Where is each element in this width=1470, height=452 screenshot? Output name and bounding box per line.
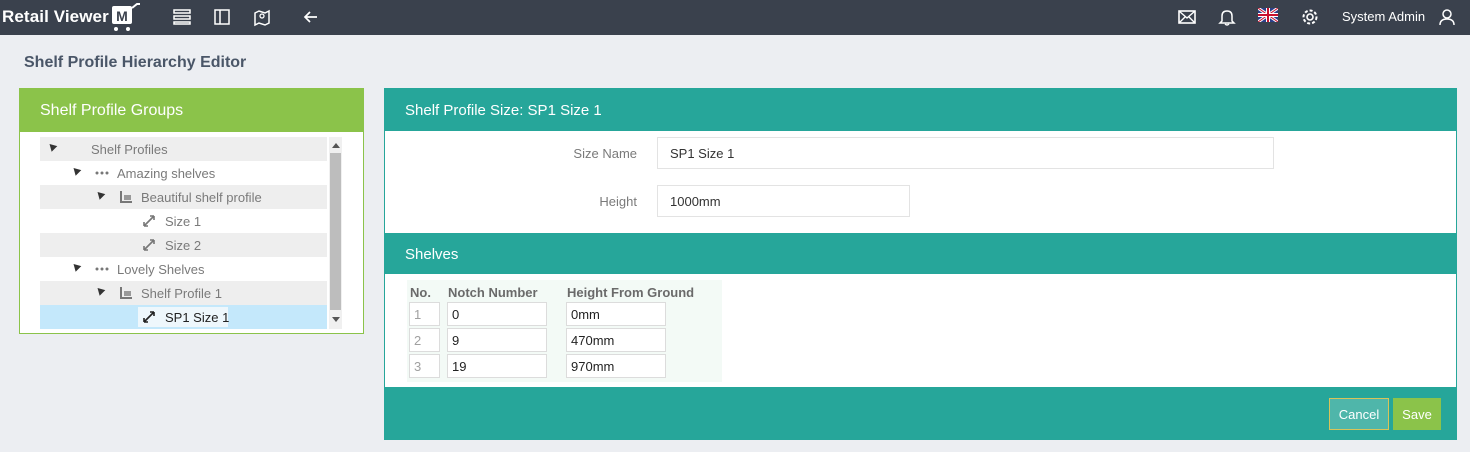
shelf-icon (120, 191, 132, 203)
height-label: Height (599, 194, 637, 209)
shelf-icon (120, 287, 132, 299)
height-from-ground-cell[interactable]: 970mm (566, 354, 666, 378)
size-name-label: Size Name (573, 146, 637, 161)
tree-item-size-1[interactable]: Size 1 (40, 209, 327, 233)
cancel-button[interactable]: Cancel (1329, 398, 1389, 430)
svg-text:M: M (116, 8, 128, 24)
gear-icon[interactable] (1300, 7, 1320, 27)
tree-item-size-2[interactable]: Size 2 (40, 233, 327, 257)
column-header-height-from-ground: Height From Ground (567, 285, 695, 300)
tree-item-label: Lovely Shelves (117, 262, 205, 277)
tree-item-lovely-shelves[interactable]: Lovely Shelves (40, 257, 327, 281)
tree-scrollbar[interactable] (329, 137, 342, 329)
column-header-no: No. (410, 285, 431, 300)
brand-logo[interactable]: Retail Viewer M (2, 3, 144, 31)
tree-item-label: Shelf Profiles (91, 142, 168, 157)
dots-icon (95, 171, 109, 175)
tree-item-shelf-profile-1[interactable]: Shelf Profile 1 (40, 281, 327, 305)
tree-item-sp1-size-1[interactable]: SP1 Size 1 (40, 305, 327, 329)
height-from-ground-cell[interactable]: 0mm (566, 302, 666, 326)
shelves-section-title: Shelves (385, 233, 1456, 274)
tree-item-beautiful-shelf-profile[interactable]: Beautiful shelf profile (40, 185, 327, 209)
collapse-toggle-icon[interactable] (94, 285, 106, 296)
shelf-profile-groups-panel: Shelf Profile Groups Shelf Profiles Amaz… (19, 88, 364, 334)
size-panel-title: Shelf Profile Size: SP1 Size 1 (385, 89, 1456, 131)
notch-number-cell[interactable]: 19 (447, 354, 547, 378)
list-icon[interactable] (172, 7, 192, 27)
tree-item-label: Amazing shelves (117, 166, 216, 181)
map-icon[interactable] (252, 7, 272, 27)
user-icon[interactable] (1437, 7, 1457, 27)
user-name[interactable]: System Admin (1342, 9, 1425, 24)
tree-item-shelf-profiles[interactable]: Shelf Profiles (40, 137, 327, 161)
column-header-notch-number: Notch Number (448, 285, 538, 300)
shelf-profile-size-panel: Shelf Profile Size: SP1 Size 1 Size Name… (384, 88, 1457, 440)
save-button[interactable]: Save (1393, 398, 1441, 430)
scroll-up-icon[interactable] (332, 143, 340, 148)
size-name-input[interactable] (657, 137, 1274, 169)
top-bar: Retail Viewer M System Admin (0, 0, 1470, 35)
row-number-cell: 1 (409, 302, 440, 326)
collapse-toggle-icon[interactable] (70, 261, 82, 272)
shelves-grid: No. Notch Number Height From Ground 1 0 … (407, 280, 722, 382)
cart-logo-icon: M (111, 3, 140, 31)
bell-icon[interactable] (1217, 7, 1237, 27)
resize-icon (143, 239, 155, 251)
notch-number-cell[interactable]: 9 (447, 328, 547, 352)
tree-item-label: SP1 Size 1 (165, 310, 230, 325)
groups-panel-title: Shelf Profile Groups (20, 89, 363, 132)
scroll-down-icon[interactable] (332, 317, 340, 322)
columns-icon[interactable] (212, 7, 232, 27)
brand-name: Retail Viewer (2, 7, 109, 26)
action-footer: Cancel Save (385, 387, 1456, 439)
uk-flag-icon[interactable] (1258, 8, 1278, 28)
tree-item-label: Beautiful shelf profile (141, 190, 262, 205)
collapse-toggle-icon[interactable] (70, 165, 82, 176)
collapse-toggle-icon[interactable] (94, 189, 106, 200)
page-title: Shelf Profile Hierarchy Editor (24, 54, 247, 71)
tree-item-amazing-shelves[interactable]: Amazing shelves (40, 161, 327, 185)
collapse-toggle-icon[interactable] (46, 141, 58, 152)
resize-icon (143, 311, 155, 323)
row-number-cell: 3 (409, 354, 440, 378)
dots-icon (95, 267, 109, 271)
shelf-profile-tree: Shelf Profiles Amazing shelves Beautiful… (40, 137, 342, 329)
tree-item-label: Shelf Profile 1 (141, 286, 222, 301)
back-arrow-icon[interactable] (301, 7, 321, 27)
mail-icon[interactable] (1177, 7, 1197, 27)
resize-icon (143, 215, 155, 227)
tree-item-label: Size 1 (165, 214, 202, 229)
row-number-cell: 2 (409, 328, 440, 352)
height-input[interactable] (657, 185, 910, 217)
notch-number-cell[interactable]: 0 (447, 302, 547, 326)
tree-item-label: Size 2 (165, 238, 202, 253)
scrollbar-thumb[interactable] (330, 153, 341, 310)
height-from-ground-cell[interactable]: 470mm (566, 328, 666, 352)
